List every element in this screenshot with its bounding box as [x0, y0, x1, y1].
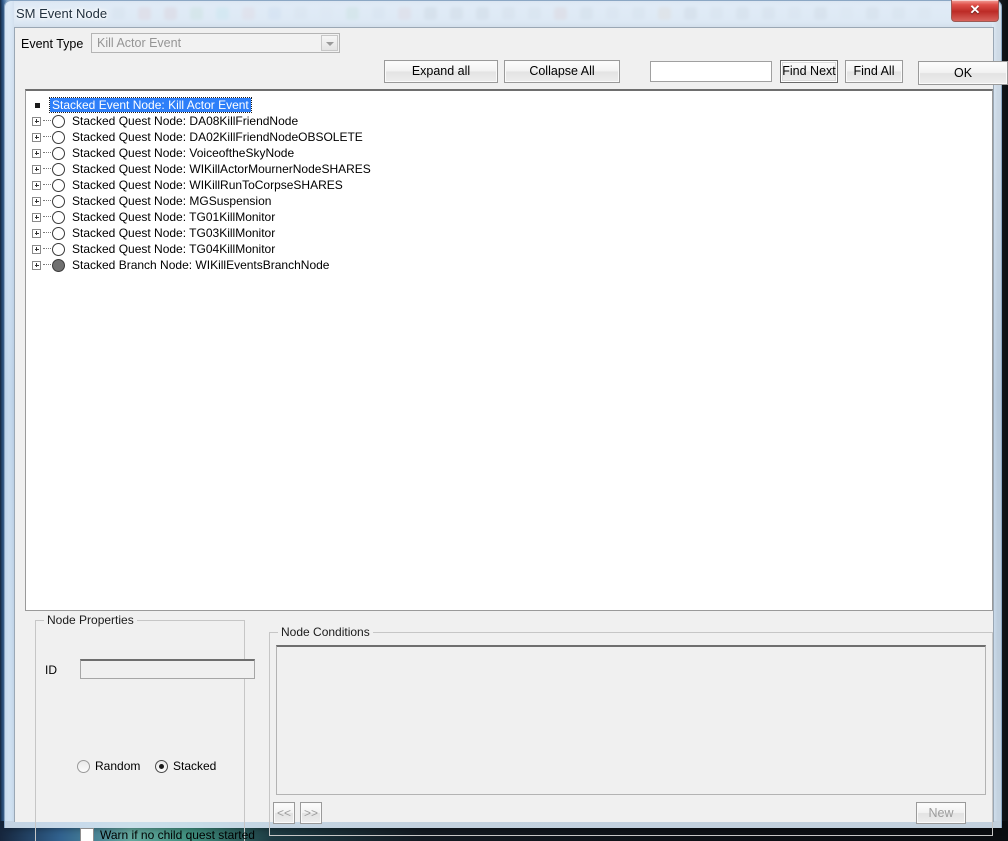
tree-expand-icon[interactable]	[32, 244, 41, 254]
tree-root-bullet-icon	[35, 102, 40, 108]
dialog-client-area: Event Type Kill Actor Event Expand all C…	[14, 27, 1008, 841]
tree-expand-icon[interactable]	[32, 132, 41, 142]
tree-connector-line	[43, 152, 51, 154]
find-input[interactable]	[650, 61, 772, 82]
radio-dot-icon	[77, 759, 90, 773]
radio-dot-icon	[155, 759, 168, 773]
close-glyph: ✕	[969, 2, 981, 17]
id-label: ID	[45, 663, 57, 677]
tree-row-label: Stacked Event Node: Kill Actor Event	[49, 97, 252, 113]
tree-expand-icon[interactable]	[32, 228, 41, 238]
tree-expand-icon[interactable]	[32, 164, 41, 174]
tree-connector-line	[43, 216, 51, 218]
tree-connector-line	[43, 248, 51, 250]
node-properties-title: Node Properties	[44, 613, 137, 627]
branch-node-icon	[52, 258, 65, 272]
quest-node-icon	[52, 146, 65, 160]
quest-node-icon	[52, 162, 65, 176]
tree-row[interactable]: Stacked Quest Node: WIKillActorMournerNo…	[32, 161, 992, 177]
warn-no-child-quest-checkbox[interactable]: Warn if no child quest started	[80, 828, 255, 841]
tree-expand-icon[interactable]	[32, 148, 41, 158]
tree-connector-line	[43, 232, 51, 234]
find-all-button[interactable]: Find All	[845, 60, 903, 83]
quest-node-icon	[52, 178, 65, 192]
random-radio[interactable]: Random	[77, 759, 140, 773]
quest-node-icon	[52, 114, 65, 128]
tree-row[interactable]: Stacked Quest Node: VoiceoftheSkyNode	[32, 145, 992, 161]
node-conditions-title: Node Conditions	[278, 625, 373, 639]
quest-node-icon	[52, 242, 65, 256]
conditions-list[interactable]	[276, 645, 986, 795]
stacked-radio[interactable]: Stacked	[155, 759, 216, 773]
previous-condition-button[interactable]: <<	[273, 802, 295, 824]
tree-row-label: Stacked Quest Node: TG03KillMonitor	[72, 226, 276, 240]
quest-node-icon	[52, 194, 65, 208]
quest-node-icon	[52, 226, 65, 240]
tree-row-label: Stacked Quest Node: DA02KillFriendNodeOB…	[72, 130, 363, 144]
quest-node-icon	[52, 210, 65, 224]
tree-row[interactable]: Stacked Quest Node: TG01KillMonitor	[32, 209, 992, 225]
tree-row-label: Stacked Quest Node: TG04KillMonitor	[72, 242, 276, 256]
tree-row-label: Stacked Quest Node: VoiceoftheSkyNode	[72, 146, 295, 160]
random-radio-label: Random	[95, 759, 141, 773]
title-bar: SM Event Node ✕	[5, 0, 1001, 27]
window-title: SM Event Node	[16, 6, 108, 21]
chevron-down-icon[interactable]	[321, 35, 338, 51]
new-condition-button[interactable]: New	[916, 802, 966, 824]
tree-row-label: Stacked Branch Node: WIKillEventsBranchN…	[72, 258, 330, 272]
tree-row[interactable]: Stacked Quest Node: TG03KillMonitor	[32, 225, 992, 241]
tree-row[interactable]: Stacked Branch Node: WIKillEventsBranchN…	[32, 257, 992, 273]
tree-connector-line	[43, 168, 51, 170]
tree-expand-icon[interactable]	[32, 180, 41, 190]
tree-row-label: Stacked Quest Node: WIKillActorMournerNo…	[72, 162, 371, 176]
tree-row[interactable]: Stacked Quest Node: DA02KillFriendNodeOB…	[32, 129, 992, 145]
checkbox-icon	[80, 828, 94, 841]
event-type-label: Event Type	[21, 37, 84, 51]
ok-button[interactable]: OK	[918, 61, 1008, 85]
node-properties-group: Node Properties	[35, 613, 245, 841]
tree-expand-icon[interactable]	[32, 116, 41, 126]
tree-row[interactable]: Stacked Quest Node: DA08KillFriendNode	[32, 113, 992, 129]
tree-expand-icon[interactable]	[32, 260, 41, 270]
next-condition-button[interactable]: >>	[300, 802, 322, 824]
tree-row-label: Stacked Quest Node: DA08KillFriendNode	[72, 114, 299, 128]
find-next-button[interactable]: Find Next	[780, 60, 838, 83]
desktop-background: SM Event Node ✕ Event Type Kill Actor Ev…	[0, 0, 1008, 841]
tree-expand-icon[interactable]	[32, 196, 41, 206]
tree-row-label: Stacked Quest Node: WIKillRunToCorpseSHA…	[72, 178, 343, 192]
tree-row-label: Stacked Quest Node: MGSuspension	[72, 194, 272, 208]
tree-row[interactable]: Stacked Quest Node: TG04KillMonitor	[32, 241, 992, 257]
tree-connector-line	[43, 264, 51, 266]
expand-all-button[interactable]: Expand all	[384, 60, 498, 83]
event-type-dropdown[interactable]: Kill Actor Event	[91, 33, 340, 53]
warn-checkbox-label: Warn if no child quest started	[100, 828, 255, 841]
tree-connector-line	[43, 184, 51, 186]
tree-row-label: Stacked Quest Node: TG01KillMonitor	[72, 210, 276, 224]
tree-row[interactable]: Stacked Quest Node: WIKillRunToCorpseSHA…	[32, 177, 992, 193]
collapse-all-button[interactable]: Collapse All	[504, 60, 620, 83]
tree-connector-line	[43, 136, 51, 138]
event-type-value: Kill Actor Event	[97, 36, 182, 50]
id-input[interactable]	[80, 659, 255, 679]
tree-expand-icon[interactable]	[32, 212, 41, 222]
sm-event-node-dialog: SM Event Node ✕ Event Type Kill Actor Ev…	[4, 0, 1008, 841]
tree-row[interactable]: Stacked Event Node: Kill Actor Event	[32, 97, 992, 113]
tree-connector-line	[43, 200, 51, 202]
quest-node-icon	[52, 130, 65, 144]
close-icon[interactable]: ✕	[951, 0, 999, 22]
node-tree[interactable]: Stacked Event Node: Kill Actor Event Stac…	[25, 89, 993, 611]
tree-row[interactable]: Stacked Quest Node: MGSuspension	[32, 193, 992, 209]
tree-connector-line	[43, 120, 51, 122]
stacked-radio-label: Stacked	[173, 759, 217, 773]
